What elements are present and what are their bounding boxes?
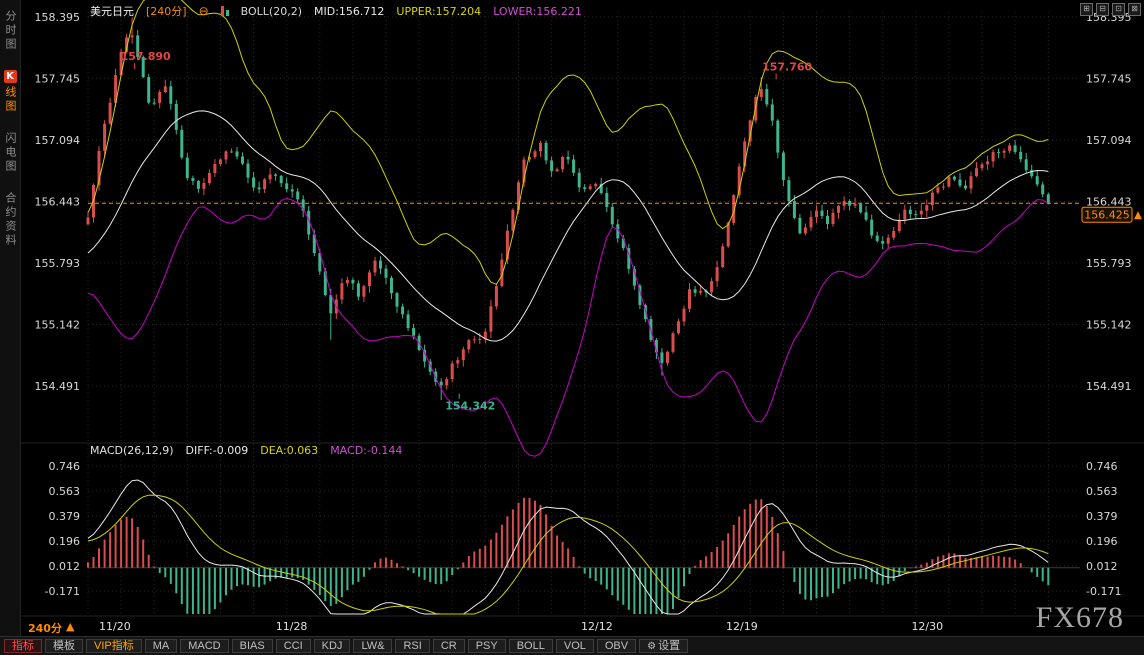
price-axis-label: 158.395 [35,11,81,24]
bottom-period-label: 240分 [28,620,62,636]
boll-mid-value: MID:156.712 [314,5,384,18]
macd-axis-label: 0.012 [49,560,81,573]
toolbar-button-settings[interactable]: ⚙设置 [639,639,688,653]
boll-label: BOLL(20,2) [241,5,302,18]
price-axis-label: 154.491 [35,380,81,393]
collapse-icon[interactable]: ⊖ [199,4,209,18]
macd-dea-value: DEA:0.063 [260,444,318,457]
bottom-period[interactable]: 240分 ▲ [28,620,74,636]
period-label[interactable]: [240分] [146,3,187,19]
x-axis-label: 11/28 [276,620,308,633]
x-axis-label: 11/20 [99,620,131,633]
price-axis-label: 154.491 [1086,380,1132,393]
sidebar-item-contract-info[interactable]: 合约资料 [2,192,18,248]
x-axis-label: 12/19 [726,620,758,633]
toolbar-button-ma[interactable]: MA [145,639,178,653]
macd-axis-label: 0.379 [49,510,81,523]
price-annotation: 157.890 [121,50,171,63]
price-axis-label: 156.443 [1086,196,1132,209]
period-up-arrow-icon: ▲ [66,620,74,636]
macd-hist-value: MACD:-0.144 [330,444,402,457]
toolbar-button-rsi[interactable]: RSI [395,639,429,653]
toolbar-button-cr[interactable]: CR [433,639,465,653]
boll-icon [221,6,229,16]
toolbar-button-vol[interactable]: VOL [556,639,594,653]
price-axis-label: 155.142 [1086,318,1132,331]
sidebar-item-lightning-chart[interactable]: 闪电图 [2,132,18,174]
macd-title: MACD(26,12,9) [90,444,174,457]
toolbar-button-obv[interactable]: OBV [597,639,636,653]
sidebar-item-label: 合约资料 [2,192,18,248]
chart-header: 美元日元 [240分] ⊖ BOLL(20,2) MID:156.712 UPP… [90,3,582,19]
sidebar: 分时图 K 线图闪电图合约资料 [0,0,21,637]
toolbar-button-indicators[interactable]: 指标 [4,639,42,653]
toolbar-button-lwr[interactable]: LW& [353,639,392,653]
price-axis-label: 157.094 [1086,134,1132,147]
macd-header: MACD(26,12,9) DIFF:-0.009 DEA:0.063 MACD… [90,444,402,457]
macd-axis-label: 0.196 [1086,535,1118,548]
boll-upper-value: UPPER:157.204 [396,5,481,18]
sidebar-item-time-chart[interactable]: 分时图 [2,10,18,52]
watermark: FX678 [1036,601,1124,635]
macd-axis-label: 0.012 [1086,560,1118,573]
macd-axis-label: -0.171 [45,585,80,598]
sidebar-item-kline-chart[interactable]: K 线图 [2,70,18,114]
axis-labels: 158.395158.395157.745157.745157.094157.0… [35,11,1132,598]
sidebar-item-label: 线图 [2,86,18,114]
macd-diff-value: DIFF:-0.009 [186,444,249,457]
grid-lines [20,12,1144,616]
macd-axis-label: 0.196 [49,535,81,548]
chart-canvas[interactable]: 158.395158.395157.745157.745157.094157.0… [0,0,1144,655]
boll-mid-line [88,111,1048,341]
svg-text:156.425: 156.425 [1084,209,1130,222]
trading-app: 158.395158.395157.745157.745157.094157.0… [0,0,1144,655]
sidebar-item-label: 闪电图 [2,132,18,174]
price-axis-label: 156.443 [35,196,81,209]
x-axis-label: 12/30 [911,620,943,633]
price-axis-label: 155.142 [35,318,81,331]
macd-axis-label: 0.746 [49,460,81,473]
toolbar-button-macd[interactable]: MACD [180,639,228,653]
boll-upper-line [88,0,1048,284]
kline-badge: K [4,70,17,83]
macd-axis-label: 0.563 [1086,485,1118,498]
price-axis-label: 157.745 [35,72,81,85]
price-axis-label: 155.793 [1086,257,1132,270]
toolbar-button-psy[interactable]: PSY [468,639,506,653]
toolbar-button-vip-indicators[interactable]: VIP指标 [86,639,142,653]
toolbar-button-cci[interactable]: CCI [276,639,311,653]
toolbar-button-boll[interactable]: BOLL [509,639,553,653]
macd-axis-label: 0.746 [1086,460,1118,473]
symbol-name: 美元日元 [90,3,134,19]
price-marker-icon [1134,211,1142,219]
toolbar-button-kdj[interactable]: KDJ [314,639,351,653]
macd-diff-line [88,480,1048,614]
window-layout-icon-1[interactable]: ⊞ [1080,3,1093,16]
macd-axis-label: 0.563 [49,485,81,498]
price-annotation: 157.760 [762,60,812,73]
window-layout-icons: ⊞⊟⊡⊠ [1080,3,1141,16]
macd-axis-label: -0.171 [1086,585,1121,598]
candlesticks[interactable] [87,18,1050,401]
toolbar-button-templates[interactable]: 模板 [45,639,83,653]
price-annotation: 154.342 [445,400,495,413]
macd-axis-label: 0.379 [1086,510,1118,523]
last-price-tag: 156.425 [1082,207,1142,222]
gear-icon: ⚙ [647,641,656,652]
window-layout-icon-3[interactable]: ⊡ [1112,3,1125,16]
window-layout-icon-4[interactable]: ⊠ [1128,3,1141,16]
window-layout-icon-2[interactable]: ⊟ [1096,3,1109,16]
sidebar-item-label: 分时图 [2,10,18,52]
price-axis-label: 157.745 [1086,72,1132,85]
bottom-toolbar: 指标模板VIP指标MAMACD BIASCCIKDJLW&RSI CRPSYBOLL… [0,636,1144,655]
boll-lower-line [88,198,1048,456]
price-axis-label: 155.793 [35,257,81,270]
toolbar-button-bias[interactable]: BIAS [232,639,273,653]
x-axis-label: 12/12 [581,620,613,633]
boll-lower-value: LOWER:156.221 [493,5,582,18]
price-axis-label: 157.094 [35,134,81,147]
macd-histogram [88,498,1048,614]
